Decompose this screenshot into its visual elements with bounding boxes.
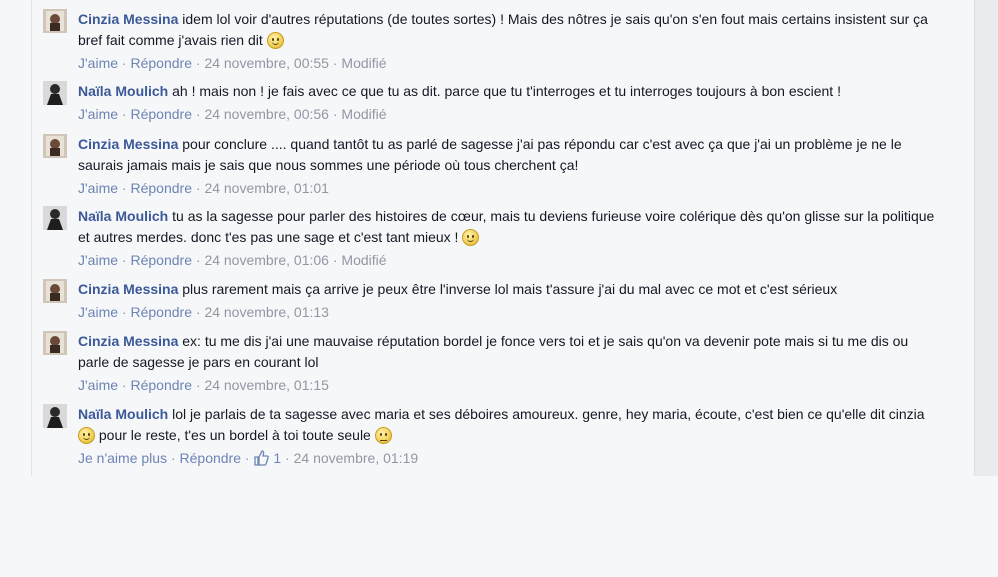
separator: · [332, 106, 338, 122]
separator: · [121, 304, 127, 320]
comment-author[interactable]: Cinzia Messina [78, 11, 178, 27]
comment-text: tu as la sagesse pour parler des histoir… [78, 208, 935, 245]
reply-link[interactable]: Répondre [130, 377, 192, 393]
comment-text: idem lol voir d'autres réputations (de t… [78, 11, 928, 48]
comment-timestamp[interactable]: 24 novembre, 01:01 [204, 180, 329, 196]
comment-author[interactable]: Cinzia Messina [78, 333, 178, 349]
edited-label[interactable]: Modifié [341, 106, 386, 122]
separator: · [170, 450, 176, 466]
comment-thread: Cinzia Messina idem lol voir d'autres ré… [31, 0, 975, 476]
comment-actions: J'aime · Répondre · 24 novembre, 01:01 [78, 178, 938, 199]
like-link[interactable]: J'aime [78, 180, 118, 196]
like-link[interactable]: J'aime [78, 377, 118, 393]
reply-link[interactable]: Répondre [130, 55, 192, 71]
separator: · [285, 450, 290, 466]
comment-text: lol je parlais de ta sagesse avec maria … [172, 406, 925, 422]
comment-text: ex: tu me dis j'ai une mauvaise réputati… [78, 333, 909, 370]
like-link[interactable]: J'aime [78, 55, 118, 71]
profile-photo-icon [43, 331, 67, 355]
separator: · [195, 377, 201, 393]
comment-timestamp[interactable]: 24 novembre, 01:13 [204, 304, 329, 320]
comment-text: ah ! mais non ! je fais avec ce que tu a… [172, 83, 841, 99]
reply-link[interactable]: Répondre [130, 304, 192, 320]
separator: · [195, 106, 201, 122]
separator: · [121, 106, 127, 122]
profile-photo-icon [43, 206, 67, 230]
comment-text-continued: pour le reste, t'es un bordel à toi tout… [98, 427, 371, 443]
avatar[interactable] [43, 404, 67, 428]
profile-photo-icon [43, 9, 67, 33]
thumbs-up-icon[interactable] [253, 450, 270, 472]
separator: · [195, 180, 201, 196]
comment-timestamp[interactable]: 24 novembre, 00:55 [204, 55, 329, 71]
avatar[interactable] [43, 331, 67, 355]
comment-author[interactable]: Naïla Moulich [78, 406, 168, 422]
avatar[interactable] [43, 206, 67, 230]
comment-actions: J'aime · Répondre · 24 novembre, 00:56 ·… [78, 104, 938, 125]
avatar[interactable] [43, 9, 67, 33]
comment-author[interactable]: Cinzia Messina [78, 136, 178, 152]
profile-photo-icon [43, 81, 67, 105]
comment-text: pour conclure .... quand tantôt tu as pa… [78, 136, 902, 173]
comment-actions: Je n'aime plus · Répondre · 1 · 24 novem… [78, 448, 938, 472]
edited-label[interactable]: Modifié [341, 55, 386, 71]
reply-link[interactable]: Répondre [130, 106, 192, 122]
separator: · [244, 450, 250, 466]
like-link[interactable]: J'aime [78, 252, 118, 268]
profile-photo-icon [43, 279, 67, 303]
comment-timestamp[interactable]: 24 novembre, 01:06 [204, 252, 329, 268]
right-rail [974, 0, 998, 476]
smile-icon [374, 427, 392, 444]
reply-link[interactable]: Répondre [130, 252, 192, 268]
like-link[interactable]: J'aime [78, 106, 118, 122]
comment-timestamp[interactable]: 24 novembre, 00:56 [204, 106, 329, 122]
profile-photo-icon [43, 404, 67, 428]
like-count[interactable]: 1 [273, 450, 281, 466]
smile-icon [78, 427, 95, 444]
avatar[interactable] [43, 81, 67, 105]
smile-icon [266, 32, 284, 49]
comment-text: plus rarement mais ça arrive je peux êtr… [182, 281, 838, 297]
comment-timestamp[interactable]: 24 novembre, 01:15 [204, 377, 329, 393]
separator: · [195, 55, 201, 71]
comment-author[interactable]: Cinzia Messina [78, 281, 178, 297]
separator: · [121, 377, 127, 393]
comment-actions: J'aime · Répondre · 24 novembre, 01:15 [78, 375, 938, 396]
separator: · [332, 252, 338, 268]
comment-timestamp[interactable]: 24 novembre, 01:19 [294, 450, 419, 466]
avatar[interactable] [43, 134, 67, 158]
separator: · [332, 55, 338, 71]
profile-photo-icon [43, 134, 67, 158]
smile-icon [462, 229, 480, 246]
reply-link[interactable]: Répondre [180, 450, 242, 466]
reply-link[interactable]: Répondre [130, 180, 192, 196]
separator: · [121, 252, 127, 268]
separator: · [195, 304, 201, 320]
comment-author[interactable]: Naïla Moulich [78, 83, 168, 99]
avatar[interactable] [43, 279, 67, 303]
comment-actions: J'aime · Répondre · 24 novembre, 01:13 [78, 302, 938, 323]
unlike-link[interactable]: Je n'aime plus [78, 450, 167, 466]
separator: · [121, 180, 127, 196]
comment-actions: J'aime · Répondre · 24 novembre, 00:55 ·… [78, 53, 938, 74]
like-link[interactable]: J'aime [78, 304, 118, 320]
comment-actions: J'aime · Répondre · 24 novembre, 01:06 ·… [78, 250, 938, 271]
separator: · [195, 252, 201, 268]
edited-label[interactable]: Modifié [341, 252, 386, 268]
comment-author[interactable]: Naïla Moulich [78, 208, 168, 224]
separator: · [121, 55, 127, 71]
